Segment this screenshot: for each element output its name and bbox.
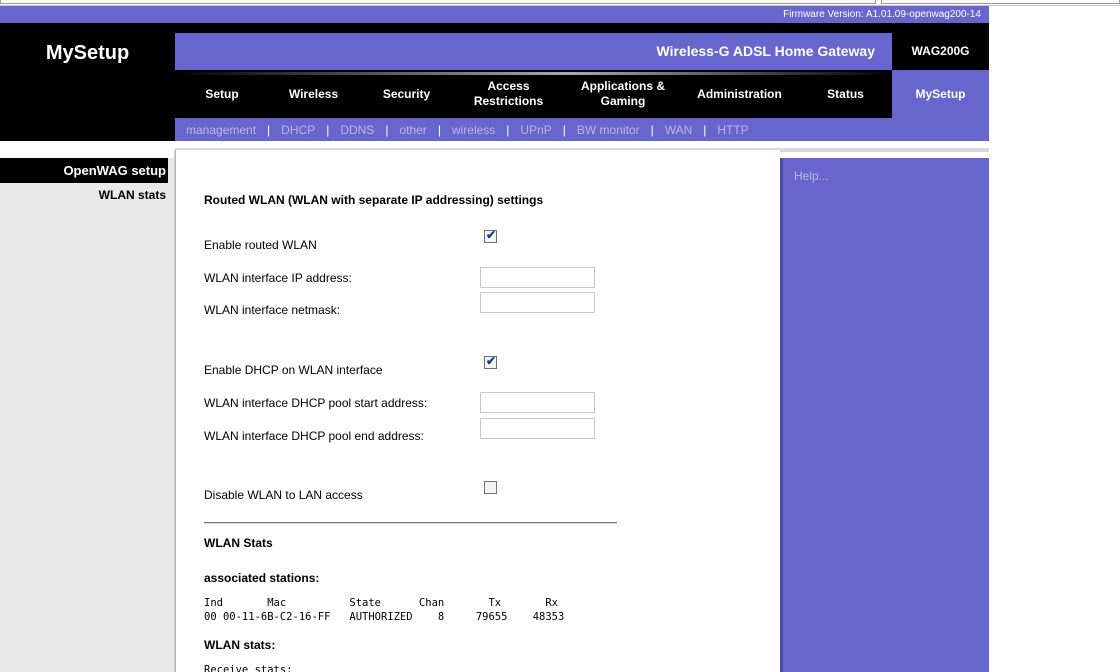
stations-table-header: Ind Mac State Chan Tx Rx [204,597,559,609]
wlan-ip-label: WLAN interface IP address: [204,271,352,285]
nav-tab-access-restrictions[interactable]: Access Restrictions [455,70,562,118]
enable-routed-wlan-label: Enable routed WLAN [204,238,317,252]
model-box: WAG200G [892,33,989,70]
subnav-separator: | [506,122,510,137]
nav-tab-applications-gaming[interactable]: Applications & Gaming [562,70,684,118]
firmware-version: Firmware Version: A1.01.09-openwag200-14 [783,9,981,20]
associated-stations-title: associated stations: [204,571,320,585]
disable-wlan-lan-checkbox[interactable] [484,481,497,494]
nav-tab-status[interactable]: Status [795,70,896,118]
main-nav: Setup Wireless Security Access Restricti… [175,70,892,118]
receive-stats-label: Receive stats: [204,664,293,672]
subnav-wan[interactable]: WAN [665,123,693,137]
browser-address-field[interactable] [0,0,876,4]
wlan-ip-input[interactable] [480,267,595,288]
dhcp-pool-end-label: WLAN interface DHCP pool end address: [204,429,424,443]
routed-wlan-title: Routed WLAN (WLAN with separate IP addre… [204,193,544,207]
disable-wlan-lan-label: Disable WLAN to LAN access [204,488,363,502]
nav-tab-security[interactable]: Security [358,70,455,118]
product-bar: Wireless-G ADSL Home Gateway [175,33,892,70]
nav-tab-administration[interactable]: Administration [684,70,795,118]
subnav-upnp[interactable]: UPnP [520,123,551,137]
nav-tab-mysetup[interactable]: MySetup [892,70,989,118]
wlan-stats-title: WLAN Stats [204,536,273,550]
help-link[interactable]: Help... [794,169,829,183]
subnav-separator: | [703,122,707,137]
nav-tab-wireless[interactable]: Wireless [269,70,358,118]
nav-tab-setup[interactable]: Setup [175,70,269,118]
wlan-netmask-input[interactable] [480,292,595,313]
dhcp-pool-start-label: WLAN interface DHCP pool start address: [204,396,428,410]
sidebar-title: OpenWAG setup [0,158,168,183]
subnav-http[interactable]: HTTP [717,123,748,137]
checkmark-icon: ✔ [486,354,497,368]
subnav-management[interactable]: management [186,123,256,137]
section-divider [204,522,617,524]
model-name: WAG200G [911,44,970,58]
dhcp-pool-start-input[interactable] [480,392,595,413]
enable-routed-wlan-checkbox[interactable]: ✔ [484,228,497,243]
wlan-stats-subtitle: WLAN stats: [204,638,276,652]
left-sidebar: OpenWAG setup WLAN stats [0,158,175,672]
subnav-separator: | [437,122,441,137]
enable-dhcp-label: Enable DHCP on WLAN interface [204,363,383,377]
subnav-ddns[interactable]: DDNS [340,123,374,137]
subnav-separator: | [385,122,389,137]
subnav-separator: | [562,122,566,137]
dhcp-pool-end-input[interactable] [480,418,595,439]
subnav-bw-monitor[interactable]: BW monitor [577,123,640,137]
router-admin-page: Firmware Version: A1.01.09-openwag200-14… [0,0,1120,672]
checkmark-icon: ✔ [486,228,497,242]
stations-table-row: 00 00-11-6B-C2-16-FF AUTHORIZED 8 79655 … [204,611,565,623]
sub-nav: management | DHCP | DDNS | other | wirel… [175,118,989,141]
sidebar-item-wlan-stats[interactable]: WLAN stats [0,188,166,202]
subnav-wireless[interactable]: wireless [452,123,495,137]
help-panel: Help... [780,158,989,672]
wlan-netmask-label: WLAN interface netmask: [204,303,341,317]
main-content: Routed WLAN (WLAN with separate IP addre… [175,150,780,672]
subnav-other[interactable]: other [399,123,426,137]
page-brand-title: MySetup [45,42,130,64]
nav-divider-stripe [175,72,892,75]
subnav-separator: | [326,122,330,137]
firmware-bar: Firmware Version: A1.01.09-openwag200-14 [0,6,989,23]
product-name: Wireless-G ADSL Home Gateway [656,43,875,59]
enable-dhcp-checkbox[interactable]: ✔ [484,354,497,369]
subnav-separator: | [650,122,654,137]
subnav-dhcp[interactable]: DHCP [281,123,315,137]
browser-search-field[interactable] [881,0,1120,4]
subnav-separator: | [267,122,271,137]
